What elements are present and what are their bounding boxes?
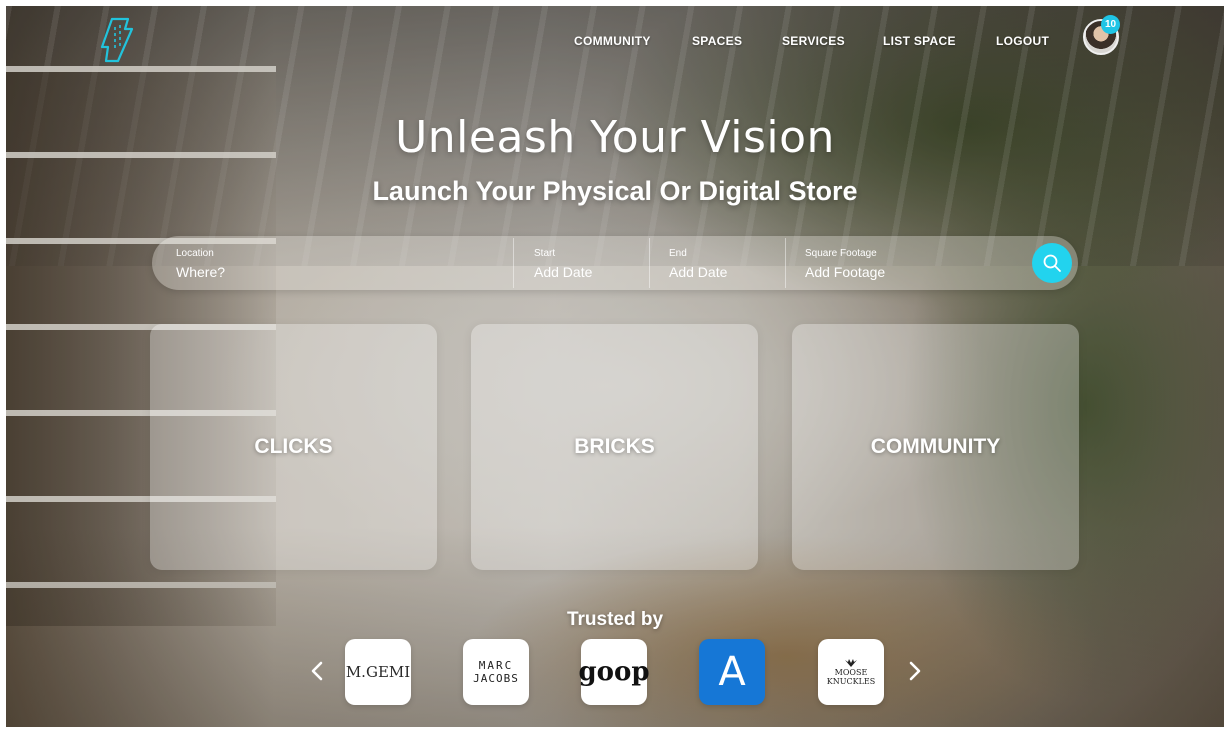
nav-list-space[interactable]: LIST SPACE (883, 34, 956, 48)
nav-logout[interactable]: LOGOUT (996, 34, 1049, 48)
chevron-left-icon (311, 661, 323, 681)
trusted-by-heading: Trusted by (566, 609, 664, 630)
end-date-field[interactable]: End Add Date (669, 236, 779, 290)
logo-icon[interactable] (100, 17, 134, 63)
start-date-field[interactable]: Start Add Date (534, 236, 644, 290)
brand-logo-marc-jacobs[interactable]: MARC JACOBS (463, 639, 529, 705)
card-clicks-label: CLICKS (254, 435, 333, 458)
brand-name-line2: JACOBS (473, 672, 519, 685)
carousel-next-button[interactable] (903, 654, 927, 688)
brand-logo-goop[interactable]: goop (578, 639, 650, 705)
divider (785, 238, 786, 288)
end-label: End (669, 248, 687, 259)
card-community-label: COMMUNITY (870, 435, 1001, 458)
search-bar: Location Where? Start Add Date End Add D… (152, 236, 1078, 290)
hero-title: Unleash Your Vision (395, 112, 835, 163)
nav-community[interactable]: COMMUNITY (574, 34, 651, 48)
card-bricks[interactable]: BRICKS (471, 324, 758, 570)
brand-name-line1: MARC (478, 659, 514, 672)
chevron-right-icon (909, 661, 921, 681)
footage-field[interactable]: Square Footage Add Footage (805, 236, 1015, 290)
brand-name-line1: MOOSE (834, 668, 868, 677)
location-field[interactable]: Location Where? (176, 236, 506, 290)
card-bricks-label: BRICKS (574, 435, 655, 458)
brand-logo-mgemi[interactable]: M.GEMI (345, 639, 411, 705)
start-date-input[interactable]: Add Date (534, 264, 592, 280)
brand-name: goop (578, 657, 650, 687)
brand-name: A (718, 649, 746, 695)
location-input[interactable]: Where? (176, 264, 225, 280)
nav-spaces[interactable]: SPACES (692, 34, 742, 48)
card-community[interactable]: COMMUNITY (792, 324, 1079, 570)
divider (649, 238, 650, 288)
brand-name: M.GEMI (345, 663, 411, 681)
start-label: Start (534, 248, 556, 259)
moose-antler-icon (845, 659, 857, 667)
footage-input[interactable]: Add Footage (805, 264, 885, 280)
search-icon (1043, 254, 1061, 272)
notification-badge[interactable]: 10 (1101, 15, 1120, 34)
footage-label: Square Footage (805, 248, 877, 259)
divider (513, 238, 514, 288)
end-date-input[interactable]: Add Date (669, 264, 727, 280)
search-button[interactable] (1032, 243, 1072, 283)
hero-subtitle: Launch Your Physical Or Digital Store (372, 176, 858, 206)
card-clicks[interactable]: CLICKS (150, 324, 437, 570)
brand-logo-a[interactable]: A (699, 639, 765, 705)
brand-name-line2: KNUCKLES (826, 677, 876, 686)
carousel-prev-button[interactable] (305, 654, 329, 688)
brand-logo-moose-knuckles[interactable]: MOOSE KNUCKLES (818, 639, 884, 705)
nav-services[interactable]: SERVICES (782, 34, 845, 48)
location-label: Location (176, 248, 214, 259)
